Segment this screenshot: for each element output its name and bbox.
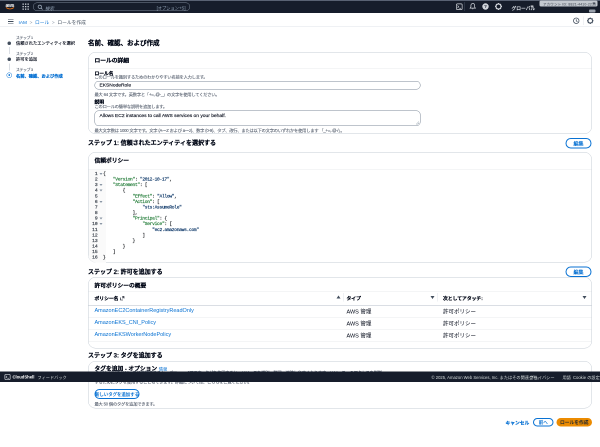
svg-text:?: ?: [484, 4, 487, 10]
